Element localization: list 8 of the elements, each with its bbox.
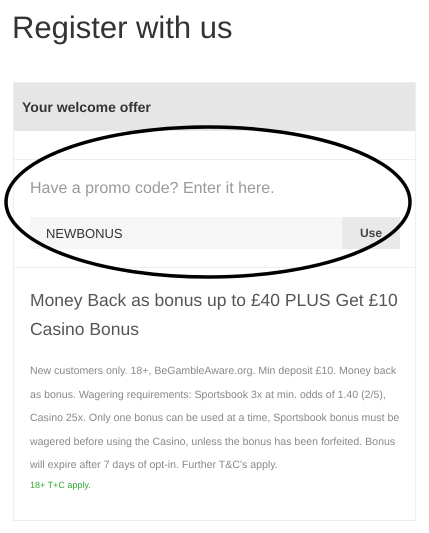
promo-label: Have a promo code? Enter it here. bbox=[30, 180, 276, 198]
section-header: Your welcome offer bbox=[14, 83, 415, 131]
use-button[interactable]: Use bbox=[342, 217, 400, 249]
offer-terms: New customers only. 18+, BeGambleAware.org. Min deposit £10. Money back as bonus. Wagering requirements: Sportsbook 3x at min. odds of 1.40 (2/5), Casino 25x. Only one bonus can be used at a time, Sportsbook bonus must be wagered before using the Casino, unless the bonus has been forfeited. Bonus will expire after 7 days of opt-in. Further T&C's apply. bbox=[30, 364, 400, 473]
offer-title: Money Back as bonus up to £40 PLUS Get £10 Casino Bonus bbox=[30, 289, 399, 341]
promo-code-field[interactable]: NEWBONUS bbox=[30, 217, 342, 249]
page-title: Register with us bbox=[11, 9, 234, 47]
age-notice: 18+ T+C apply. bbox=[30, 480, 92, 490]
